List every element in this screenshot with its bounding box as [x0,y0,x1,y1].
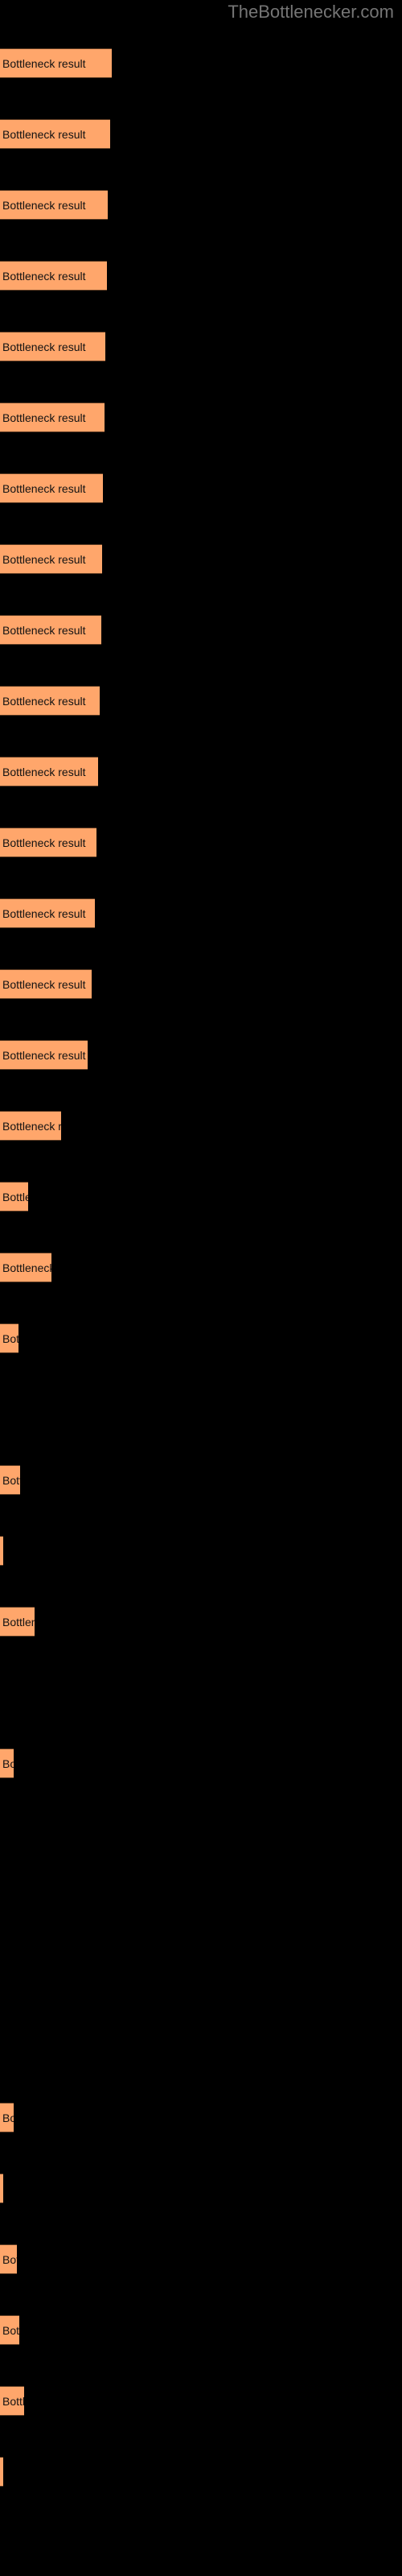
bar-label: Bottleneck result [2,836,86,849]
chart-bar[interactable]: Bottleneck result [0,119,110,149]
bar-row: Bottleneck result [0,1536,402,1566]
bar-row: Bottleneck result [0,1182,402,1212]
chart-bar[interactable]: Bottleneck result [0,2386,24,2416]
bar-label: Bottleneck result [2,1191,28,1203]
chart-bar[interactable]: Bottleneck result [0,544,102,574]
bar-row: Bottleneck result [0,1748,402,1778]
bar-label: Bottleneck result [2,341,86,353]
bar-label: Bottleneck result [2,128,86,141]
bar-row [0,1394,402,1424]
bar-label: Bottleneck result [2,1120,61,1133]
bar-label: Bottleneck result [2,57,86,70]
chart-bar[interactable]: Bottleneck result [0,828,96,857]
bar-row: Bottleneck result [0,544,402,574]
bar-label: Bottleneck result [2,1537,3,1565]
chart-bar[interactable]: Bottleneck result [0,261,107,291]
chart-bar[interactable]: Bottleneck result [0,1465,20,1495]
bar-row: Bottleneck result [0,686,402,716]
chart-bar[interactable]: Bottleneck result [0,1607,35,1637]
bar-label: Bottleneck result [2,1757,14,1770]
bar-row: Bottleneck result [0,119,402,149]
bar-label: Bottleneck result [2,2395,24,2408]
chart-bar[interactable]: Bottleneck result [0,1111,61,1141]
chart-bar[interactable]: Bottleneck result [0,686,100,716]
bar-row: Bottleneck result [0,1111,402,1141]
bar-row [0,2032,402,2062]
bar-row: Bottleneck result [0,261,402,291]
chart-bar[interactable]: Bottleneck result [0,473,103,503]
chart-bar[interactable]: Bottleneck result [0,1253,51,1282]
bar-row: Bottleneck result [0,1465,402,1495]
bar-row: Bottleneck result [0,1323,402,1353]
bar-row: Bottleneck result [0,1040,402,1070]
bar-row [0,1819,402,1849]
bar-row: Bottleneck result [0,898,402,928]
chart-bar[interactable]: Bottleneck result [0,1536,3,1566]
chart-bar[interactable]: Bottleneck result [0,2457,3,2487]
bar-label: Bottleneck result [2,1474,20,1487]
bar-label: Bottleneck result [2,2174,3,2202]
bar-row: Bottleneck result [0,402,402,432]
chart-bar[interactable]: Bottleneck result [0,1748,14,1778]
bar-label: Bottleneck result [2,2112,14,2124]
chart-bar[interactable]: Bottleneck result [0,615,101,645]
bar-row: Bottleneck result [0,473,402,503]
chart-bar[interactable]: Bottleneck result [0,2174,3,2203]
bar-label: Bottleneck result [2,978,86,991]
bar-label: Bottleneck result [2,2324,19,2337]
bar-row [0,2528,402,2557]
chart-bar[interactable]: Bottleneck result [0,898,95,928]
bar-label: Bottleneck result [2,199,86,212]
chart-bar[interactable]: Bottleneck result [0,48,112,78]
bar-row [0,1961,402,1991]
bar-row: Bottleneck result [0,969,402,999]
bar-label: Bottleneck result [2,411,86,424]
bar-row: Bottleneck result [0,2174,402,2203]
bar-row: Bottleneck result [0,2457,402,2487]
bar-label: Bottleneck result [2,482,86,495]
bar-label: Bottleneck result [2,553,86,566]
chart-bar[interactable]: Bottleneck result [0,2315,19,2345]
bar-row: Bottleneck result [0,615,402,645]
bar-row: Bottleneck result [0,332,402,361]
bar-label: Bottleneck result [2,2458,3,2486]
bar-row [0,1890,402,1920]
bar-row [0,1678,402,1707]
bar-row: Bottleneck result [0,48,402,78]
bar-row: Bottleneck result [0,757,402,786]
bar-label: Bottleneck result [2,624,86,637]
bar-label: Bottleneck result [2,270,86,283]
bar-row: Bottleneck result [0,828,402,857]
chart-bar[interactable]: Bottleneck result [0,1040,88,1070]
bar-row: Bottleneck result [0,1253,402,1282]
bar-label: Bottleneck result [2,766,86,778]
bar-label: Bottleneck result [2,1332,18,1345]
bar-row: Bottleneck result [0,2386,402,2416]
chart-bar[interactable]: Bottleneck result [0,2103,14,2132]
chart-bar[interactable]: Bottleneck result [0,190,108,220]
bar-row: Bottleneck result [0,2315,402,2345]
bar-label: Bottleneck result [2,907,86,920]
chart-bar[interactable]: Bottleneck result [0,969,92,999]
chart-bar[interactable]: Bottleneck result [0,2244,17,2274]
bottleneck-bar-chart: Bottleneck result Bottleneck result Bottle… [0,0,402,2576]
bar-row: Bottleneck result [0,2244,402,2274]
bar-row: Bottleneck result [0,1607,402,1637]
bar-label: Bottleneck result [2,2253,17,2266]
bar-label: Bottleneck result [2,1616,35,1629]
chart-bar[interactable]: Bottleneck result [0,332,105,361]
bar-label: Bottleneck result [2,1261,51,1274]
bar-label: Bottleneck result [2,695,86,708]
chart-bar[interactable]: Bottleneck result [0,1182,28,1212]
chart-bar[interactable]: Bottleneck result [0,402,105,432]
chart-bar[interactable]: Bottleneck result [0,1323,18,1353]
chart-bar[interactable]: Bottleneck result [0,757,98,786]
bar-label: Bottleneck result [2,1049,86,1062]
bar-row: Bottleneck result [0,2103,402,2132]
bar-row: Bottleneck result [0,190,402,220]
